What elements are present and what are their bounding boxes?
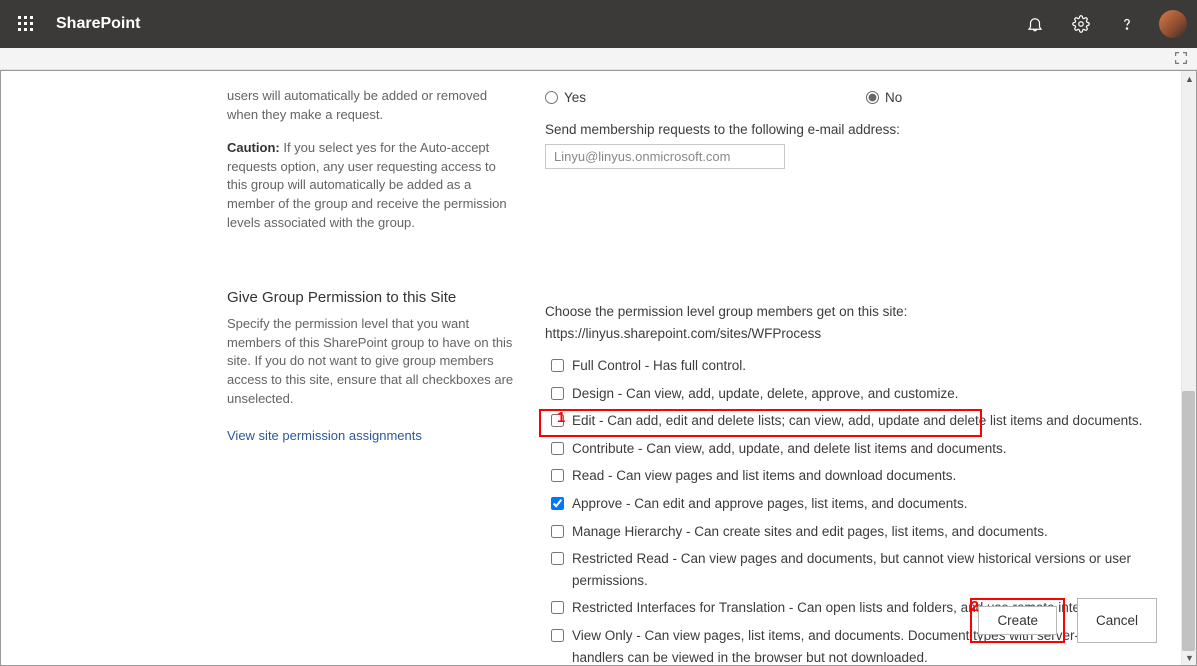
permission-level-item[interactable]: Design - Can view, add, update, delete, … xyxy=(545,380,1161,408)
permission-label: Full Control - Has full control. xyxy=(572,355,746,377)
settings-icon[interactable] xyxy=(1061,4,1101,44)
help-icon[interactable] xyxy=(1107,4,1147,44)
permission-label: Restricted Read - Can view pages and doc… xyxy=(572,548,1161,591)
notifications-icon[interactable] xyxy=(1015,4,1055,44)
permission-level-item[interactable]: Contribute - Can view, add, update, and … xyxy=(545,435,1161,463)
suite-nav: SharePoint xyxy=(0,0,1197,48)
choose-permission-label: Choose the permission level group member… xyxy=(545,301,1161,344)
permission-checkbox[interactable] xyxy=(551,601,564,614)
annotation-number-1: 1 xyxy=(557,409,565,426)
permission-checkbox[interactable] xyxy=(551,442,564,455)
permission-checkbox[interactable] xyxy=(551,387,564,400)
auto-accept-no[interactable]: No xyxy=(866,87,902,109)
permission-checkbox[interactable] xyxy=(551,629,564,642)
user-avatar[interactable] xyxy=(1159,10,1187,38)
vertical-scrollbar[interactable]: ▲ ▼ xyxy=(1181,71,1196,665)
permission-level-item[interactable]: Approve - Can edit and approve pages, li… xyxy=(545,490,1161,518)
create-button[interactable]: Create xyxy=(978,606,1057,635)
topbar-actions xyxy=(1015,4,1187,44)
membership-truncated-text: users will automatically be added or rem… xyxy=(227,87,515,125)
permission-section-title: Give Group Permission to this Site xyxy=(227,287,515,309)
radio-no-input[interactable] xyxy=(866,91,879,104)
permission-desc: Specify the permission level that you wa… xyxy=(227,315,515,409)
cancel-button[interactable]: Cancel xyxy=(1077,598,1157,643)
view-assignments-link[interactable]: View site permission assignments xyxy=(227,427,515,446)
permission-label: Manage Hierarchy - Can create sites and … xyxy=(572,521,1048,543)
scroll-up-arrow-icon[interactable]: ▲ xyxy=(1182,71,1197,86)
radio-yes-input[interactable] xyxy=(545,91,558,104)
auto-accept-yes[interactable]: Yes xyxy=(545,87,586,109)
focus-content-icon[interactable] xyxy=(1173,50,1189,69)
permission-level-item[interactable]: Read - Can view pages and list items and… xyxy=(545,462,1161,490)
permission-checkbox[interactable] xyxy=(551,469,564,482)
permission-level-item[interactable]: Edit - Can add, edit and delete lists; c… xyxy=(545,407,1161,435)
permission-level-item[interactable]: Restricted Read - Can view pages and doc… xyxy=(545,545,1161,594)
scroll-down-arrow-icon[interactable]: ▼ xyxy=(1182,650,1197,665)
scrollbar-thumb[interactable] xyxy=(1182,391,1195,651)
permission-checkbox[interactable] xyxy=(551,525,564,538)
permission-label: Edit - Can add, edit and delete lists; c… xyxy=(572,410,1142,432)
page-content: users will automatically be added or rem… xyxy=(1,71,1181,665)
permission-label: Contribute - Can view, add, update, and … xyxy=(572,438,1007,460)
permission-checkbox[interactable] xyxy=(551,552,564,565)
membership-caution: Caution: If you select yes for the Auto-… xyxy=(227,139,515,233)
permission-level-item[interactable]: Manage Hierarchy - Can create sites and … xyxy=(545,518,1161,546)
membership-email-input[interactable] xyxy=(545,144,785,169)
email-label: Send membership requests to the followin… xyxy=(545,119,1161,141)
annotation-number-2: 2 xyxy=(970,598,978,615)
permission-label: Approve - Can edit and approve pages, li… xyxy=(572,493,967,515)
content-frame: users will automatically be added or rem… xyxy=(0,70,1197,666)
annotation-box-2: 2 Create xyxy=(970,598,1065,643)
app-launcher-icon[interactable] xyxy=(10,8,42,40)
permission-label: Design - Can view, add, update, delete, … xyxy=(572,383,958,405)
brand-label: SharePoint xyxy=(56,15,1015,33)
ribbon-bar xyxy=(0,48,1197,70)
permission-checkbox[interactable] xyxy=(551,497,564,510)
form-buttons: 2 Create Cancel xyxy=(970,598,1157,643)
permission-checkbox[interactable] xyxy=(551,359,564,372)
permission-label: Read - Can view pages and list items and… xyxy=(572,465,956,487)
permission-level-item[interactable]: Full Control - Has full control. xyxy=(545,352,1161,380)
